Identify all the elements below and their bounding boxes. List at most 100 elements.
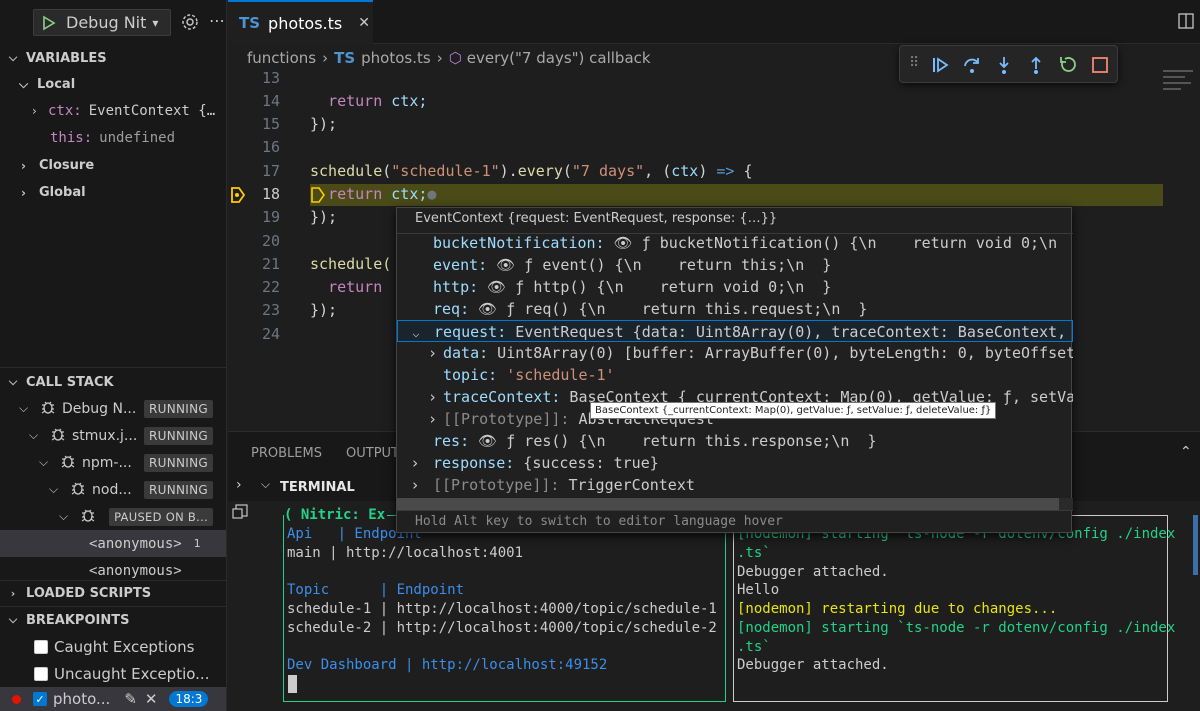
bug-icon (49, 425, 69, 447)
code-line-23: }); (310, 301, 338, 319)
more-actions-icon[interactable]: ⋯ (209, 11, 225, 30)
status-badge: RUNNING (144, 399, 213, 418)
hover-row-request[interactable]: ⌵ request: EventRequest {data: Uint8Array… (397, 320, 1073, 342)
call-stack-item[interactable]: ⌵ nod... RUNNING (0, 476, 226, 503)
terminal-new-icon[interactable] (231, 503, 249, 525)
hover-row-data[interactable]: › data: Uint8Array(0) [buffer: ArrayBuffe… (397, 342, 1073, 364)
breakpoint-uncaught-exceptions[interactable]: Uncaught Exceptio... (0, 660, 226, 687)
scope-closure[interactable]: › Closure (0, 152, 226, 179)
chevron-down-icon: ⌵ (19, 77, 29, 91)
variable-this[interactable]: this: undefined (0, 124, 226, 151)
hover-row[interactable]: res: 👁 ƒ res() {\n return this.response;… (397, 430, 1073, 452)
code-line-21: schedule( (310, 255, 392, 273)
breakpoint-caught-exceptions[interactable]: Caught Exceptions (0, 633, 226, 660)
hover-row[interactable]: http: 👁 ƒ http() {\n return void 0;\n } (397, 276, 1073, 298)
code-line-19: }); (310, 208, 338, 226)
tab-bar (228, 0, 1200, 44)
terminal-pane-right[interactable]: [nodemon] starting `ts-node -r dotenv/co… (733, 515, 1175, 702)
tab-terminal[interactable]: TERMINAL (280, 480, 355, 495)
checkbox[interactable] (34, 639, 48, 654)
chevron-right-icon: › (21, 158, 26, 173)
gear-icon[interactable] (179, 11, 201, 33)
checkbox[interactable] (34, 666, 48, 681)
stack-frame[interactable]: <anonymous> 1 (0, 530, 226, 557)
code-line-18: return ctx;● (328, 185, 437, 203)
split-editor-icon[interactable] (1177, 12, 1195, 30)
chevron-right-icon: › (427, 344, 437, 362)
step-out-icon[interactable] (1026, 55, 1046, 79)
hover-row[interactable]: req: 👁 ƒ req() {\n return this.request;\… (397, 298, 1073, 320)
chevron-right-icon: › (21, 185, 26, 200)
debug-hover-widget[interactable]: EventContext {request: EventRequest, res… (396, 207, 1073, 533)
call-stack-section-header[interactable]: ⌵ CALL STACK (0, 369, 226, 395)
tab-problems[interactable]: PROBLEMS (251, 446, 322, 461)
drag-handle-icon[interactable]: ⠿ (909, 55, 919, 71)
step-into-icon[interactable] (994, 55, 1014, 79)
code-line-14: return ctx; (328, 92, 428, 110)
eye-icon: 👁 (478, 278, 507, 296)
start-debug-icon[interactable] (40, 14, 58, 32)
variable-ctx[interactable]: › ctx: EventContext {… (0, 97, 226, 124)
stop-icon[interactable] (1090, 55, 1110, 79)
chevron-right-icon: › (410, 476, 420, 494)
scope-local[interactable]: ⌵ Local (0, 71, 226, 98)
breakpoint-file[interactable]: ✓ photo... ✎ ✕ 18:3 (0, 687, 226, 711)
chevron-right-icon: › (410, 454, 420, 472)
close-icon[interactable]: ✕ (145, 690, 158, 708)
step-over-icon[interactable] (962, 55, 982, 79)
bug-icon (39, 398, 59, 420)
terminal-pane-left[interactable]: ( Nitric: Ex Api | Endpoint main | http:… (283, 507, 726, 702)
edit-icon[interactable]: ✎ (124, 690, 137, 708)
terminal-pane-title: ( Nitric: Ex (284, 507, 388, 523)
continue-icon[interactable] (930, 55, 950, 79)
bug-icon (59, 452, 79, 474)
tab-photos-ts[interactable]: TS photos.ts ✕ (228, 0, 373, 44)
line-number: 17 (261, 162, 280, 180)
call-stack-item[interactable]: ⌵ npm-... RUNNING (0, 449, 226, 476)
chevron-right-icon[interactable]: › (236, 477, 242, 493)
inline-breakpoint-dot-icon[interactable]: ● (427, 185, 436, 203)
code-line-17: schedule("schedule-1").every("7 days", (… (310, 162, 753, 180)
scope-global[interactable]: › Global (0, 179, 226, 206)
terminal-line: Debugger attached. (737, 657, 889, 673)
value-tooltip: BaseContext {_currentContext: Map(0), ge… (590, 402, 997, 419)
minimap[interactable] (1163, 68, 1198, 108)
call-stack-item[interactable]: ⌵ Debug N... RUNNING (0, 395, 226, 422)
close-icon[interactable]: ✕ (358, 15, 370, 31)
code-line-15: }); (310, 115, 338, 133)
hover-scrollbar[interactable] (397, 498, 1073, 510)
chevron-up-icon[interactable]: ⌃ (1180, 444, 1192, 460)
debug-config-select[interactable]: Debug Nit ▾ (33, 9, 171, 36)
line-number: 14 (261, 92, 280, 110)
eye-icon: 👁 (487, 256, 516, 274)
restart-icon[interactable] (1058, 55, 1078, 79)
chevron-down-icon: ⌵ (39, 455, 49, 469)
cube-icon: ⬡ (448, 49, 462, 67)
tab-output[interactable]: OUTPUT (346, 446, 399, 461)
hover-row-prototype[interactable]: › [[Prototype]]: TriggerContext (397, 474, 1073, 496)
variables-section-header[interactable]: ⌵ VARIABLES (0, 45, 226, 71)
hover-footer: Hold Alt key to switch to editor languag… (415, 514, 783, 529)
line-number: 15 (261, 115, 280, 133)
breakpoint-pointer-icon[interactable] (230, 186, 246, 208)
breakpoints-section-header[interactable]: ⌵ BREAKPOINTS (0, 607, 226, 633)
bug-icon (79, 506, 99, 528)
hover-row-topic[interactable]: topic: 'schedule-1' (397, 364, 1073, 386)
terminal-line: main | http://localhost:4001 (287, 545, 524, 561)
hover-row-response[interactable]: › response: {success: true} (397, 452, 1073, 474)
loaded-scripts-section-header[interactable]: › LOADED SCRIPTS (0, 580, 226, 606)
current-line-highlight (310, 184, 1163, 206)
hover-row[interactable]: bucketNotification: 👁 ƒ bucketNotificati… (397, 232, 1073, 254)
scrollbar[interactable] (1193, 515, 1198, 575)
divider (397, 510, 1073, 511)
chevron-down-icon: ⌵ (8, 375, 18, 388)
call-stack-item[interactable]: ⌵ PAUSED ON B... (0, 503, 226, 530)
call-stack-item[interactable]: ⌵ stmux.j... RUNNING (0, 422, 226, 449)
hover-row[interactable]: event: 👁 ƒ event() {\n return this;\n } (397, 254, 1073, 276)
terminal-line: [nodemon] restarting due to changes... (737, 601, 1058, 617)
chevron-down-icon: ⌵ (8, 51, 18, 64)
terminal-line: .ts` (737, 639, 771, 655)
debug-sidebar: Debug Nit ▾ ⋯ ⌵ VARIABLES ⌵ Local › ctx:… (0, 0, 227, 711)
terminal-line: Dev Dashboard | http://localhost:49152 (287, 657, 608, 673)
checkbox-checked[interactable]: ✓ (33, 692, 47, 706)
